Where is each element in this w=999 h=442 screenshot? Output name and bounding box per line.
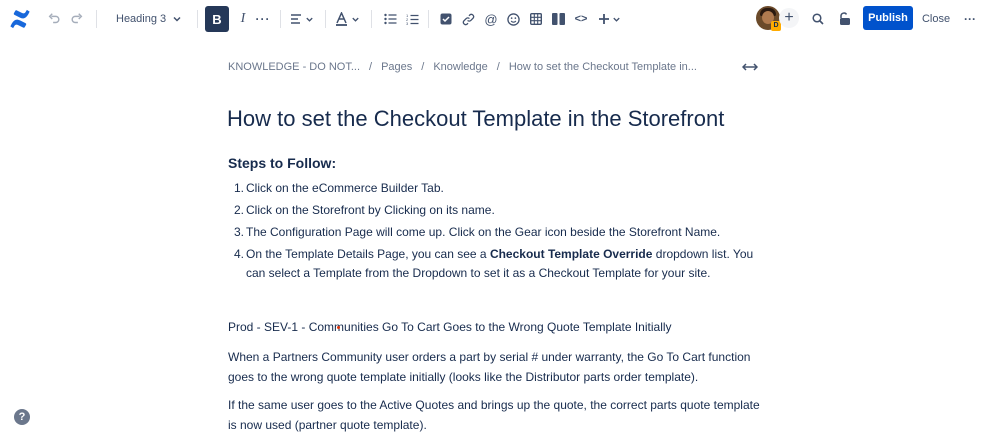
chevron-down-icon <box>306 17 313 22</box>
table-icon[interactable] <box>527 6 545 32</box>
step-text-bold: Checkout Template Override <box>489 247 653 261</box>
confluence-logo-icon[interactable] <box>8 7 32 31</box>
undo-icon[interactable] <box>44 6 64 32</box>
list-item-text[interactable]: On the Template Details Page, you can se… <box>246 245 768 283</box>
svg-text:3: 3 <box>406 21 409 25</box>
page-title[interactable]: How to set the Checkout Template in the … <box>227 106 724 132</box>
toolbar-divider <box>280 10 281 28</box>
breadcrumb-separator: / <box>421 61 425 73</box>
paragraph[interactable]: If the same user goes to the Active Quot… <box>228 395 768 435</box>
search-icon[interactable] <box>809 6 827 32</box>
breadcrumb-item-space[interactable]: KNOWLEDGE - DO NOT... <box>228 61 360 73</box>
publish-button[interactable]: Publish <box>863 6 913 30</box>
breadcrumb-separator: / <box>496 61 500 73</box>
text-color-icon <box>335 12 347 26</box>
redo-icon[interactable] <box>67 6 87 32</box>
toolbar-divider <box>428 10 429 28</box>
toolbar-divider <box>325 10 326 28</box>
steps-heading[interactable]: Steps to Follow: <box>228 155 336 171</box>
chevron-down-icon <box>173 16 181 22</box>
toolbar-divider <box>197 10 198 28</box>
bold-button[interactable]: B <box>205 6 229 32</box>
list-item-text[interactable]: The Configuration Page will come up. Cli… <box>246 223 768 242</box>
alignment-button[interactable] <box>288 6 316 32</box>
toolbar-divider <box>96 10 97 28</box>
numbered-list-icon[interactable]: 123 <box>403 6 421 32</box>
list-item[interactable]: 4. On the Template Details Page, you can… <box>228 245 768 283</box>
list-item[interactable]: 3. The Configuration Page will come up. … <box>228 223 768 242</box>
text-style-label: Heading 3 <box>116 13 167 25</box>
close-button[interactable]: Close <box>920 6 952 32</box>
emoji-icon[interactable] <box>504 6 522 32</box>
text-color-button[interactable] <box>333 6 361 32</box>
toolbar-divider <box>371 10 372 28</box>
chevron-down-icon <box>351 17 359 22</box>
chevron-down-icon <box>612 17 620 22</box>
mention-button[interactable]: @ <box>482 6 500 32</box>
collaborator-cursor <box>337 326 340 329</box>
more-formatting-button[interactable]: ··· <box>254 6 272 32</box>
list-item[interactable]: 2. Click on the Storefront by Clicking o… <box>228 201 768 220</box>
list-item-number: 1. <box>233 181 244 195</box>
step-text-before: On the Template Details Page, you can se… <box>246 247 490 261</box>
editor-toolbar: Heading 3 B I ··· 123 @ <> D + Publish C… <box>0 0 999 38</box>
breadcrumb-item-current[interactable]: How to set the Checkout Template in... <box>509 61 697 73</box>
code-button[interactable]: <> <box>571 6 591 32</box>
breadcrumb-item-knowledge[interactable]: Knowledge <box>433 61 487 73</box>
unlock-icon[interactable] <box>834 6 854 32</box>
list-item-text[interactable]: Click on the Storefront by Clicking on i… <box>246 201 768 220</box>
insert-plus-icon[interactable] <box>596 6 622 32</box>
more-actions-button[interactable]: ··· <box>960 6 980 32</box>
paragraph[interactable]: When a Partners Community user orders a … <box>228 347 768 387</box>
italic-button[interactable]: I <box>233 6 253 32</box>
help-icon[interactable]: ? <box>14 409 30 425</box>
list-item-text[interactable]: Click on the eCommerce Builder Tab. <box>246 179 768 198</box>
steps-list[interactable]: 1. Click on the eCommerce Builder Tab. 2… <box>228 179 768 286</box>
layout-columns-icon[interactable] <box>549 6 567 32</box>
breadcrumb-item-pages[interactable]: Pages <box>381 61 412 73</box>
text-style-dropdown[interactable]: Heading 3 <box>110 6 188 32</box>
expand-width-icon[interactable] <box>741 60 759 74</box>
link-icon[interactable] <box>459 6 477 32</box>
bullet-list-icon[interactable] <box>381 6 399 32</box>
breadcrumb: KNOWLEDGE - DO NOT... / Pages / Knowledg… <box>228 61 697 73</box>
align-left-icon <box>291 14 301 24</box>
incident-title[interactable]: Prod - SEV-1 - Communities Go To Cart Go… <box>228 320 672 334</box>
list-item[interactable]: 1. Click on the eCommerce Builder Tab. <box>228 179 768 198</box>
list-item-number: 4. <box>233 247 244 261</box>
list-item-number: 3. <box>233 225 244 239</box>
task-checkbox-icon[interactable] <box>437 6 455 32</box>
list-item-number: 2. <box>233 203 244 217</box>
breadcrumb-separator: / <box>369 61 373 73</box>
add-collaborator-button[interactable]: + <box>779 8 799 28</box>
